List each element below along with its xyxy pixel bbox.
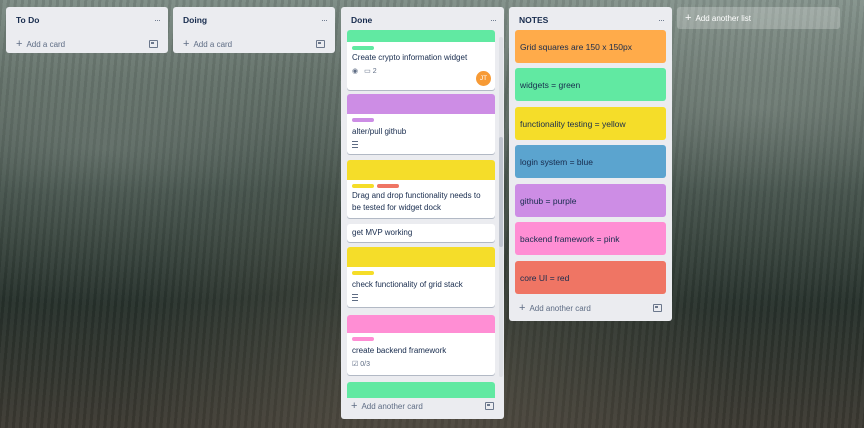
note-card[interactable]: login system = blue xyxy=(515,145,666,178)
plus-icon: + xyxy=(519,302,526,314)
card-badges: ☑ 0/3 xyxy=(347,359,495,372)
checklist-badge: ☑ 0/3 xyxy=(352,360,370,368)
comment-count: 2 xyxy=(372,68,377,75)
card-template-icon[interactable] xyxy=(653,304,662,312)
label-pink xyxy=(352,337,374,341)
list-title[interactable]: Doing xyxy=(183,15,207,25)
add-list-button[interactable]: + Add another list xyxy=(677,7,840,29)
card-template-icon[interactable] xyxy=(316,40,325,48)
list-title[interactable]: NOTES xyxy=(519,15,548,25)
list-title[interactable]: To Do xyxy=(16,15,39,25)
card-mvp[interactable]: get MVP working xyxy=(347,224,495,242)
list-done: Done ··· Create crypto information widge… xyxy=(341,7,504,419)
list-menu-icon[interactable]: ··· xyxy=(658,15,665,25)
card-title: get MVP working xyxy=(352,228,413,237)
card-backend[interactable]: create backend framework ☑ 0/3 xyxy=(347,315,495,375)
card-cover xyxy=(347,30,495,42)
list-notes: NOTES ··· Grid squares are 150 x 150px w… xyxy=(509,7,672,321)
list-header: Doing ··· xyxy=(173,7,335,33)
add-card-label: Add a card xyxy=(193,39,233,49)
card-badges xyxy=(347,140,495,152)
card-title: create backend framework xyxy=(352,346,447,355)
card-labels xyxy=(347,42,495,50)
card-github[interactable]: alter/pull github xyxy=(347,94,495,154)
description-icon xyxy=(352,141,358,148)
card-drag-drop[interactable]: Drag and drop functionality needs to be … xyxy=(347,160,495,218)
note-card[interactable]: functionality testing = yellow xyxy=(515,107,666,140)
note-card[interactable]: backend framework = pink xyxy=(515,222,666,255)
card-labels xyxy=(347,333,495,341)
card-title: Create crypto information widget xyxy=(352,53,468,62)
add-card-button[interactable]: + Add another card xyxy=(509,297,672,319)
scrollbar-thumb[interactable] xyxy=(499,137,503,247)
label-purple xyxy=(352,118,374,122)
card-template-icon[interactable] xyxy=(149,40,158,48)
plus-icon: + xyxy=(685,12,692,24)
card-title: Drag and drop functionality needs to be … xyxy=(352,191,481,212)
list-menu-icon[interactable]: ··· xyxy=(490,15,497,25)
card-badges xyxy=(347,293,495,305)
list-header: To Do ··· xyxy=(6,7,168,33)
card-template-icon[interactable] xyxy=(485,402,494,410)
list-todo: To Do ··· + Add a card xyxy=(6,7,168,53)
card-title: check functionality of grid stack xyxy=(352,280,463,289)
card-badges: ◉ ▭ 2 xyxy=(347,66,495,79)
label-yellow xyxy=(352,184,374,188)
card-cover xyxy=(347,94,495,114)
add-card-label: Add another card xyxy=(529,303,591,313)
card-labels xyxy=(347,114,495,122)
add-card-label: Add another card xyxy=(361,401,423,411)
checkbox-icon: ☑ xyxy=(352,361,359,368)
card-grid-stack[interactable]: check functionality of grid stack xyxy=(347,247,495,307)
note-card[interactable]: core UI = red xyxy=(515,261,666,294)
checklist-count: 0/3 xyxy=(360,361,370,368)
note-card[interactable]: github = purple xyxy=(515,184,666,217)
add-card-label: Add a card xyxy=(26,39,66,49)
card-labels xyxy=(347,180,495,188)
label-green xyxy=(352,46,374,50)
plus-icon: + xyxy=(351,400,358,412)
card-cover xyxy=(347,160,495,180)
plus-icon: + xyxy=(16,38,23,50)
label-red xyxy=(377,184,399,188)
comment-icon: ▭ xyxy=(364,68,371,75)
card-crypto-widget[interactable]: Create crypto information widget ◉ ▭ 2 J… xyxy=(347,30,495,90)
add-list-label: Add another list xyxy=(695,13,752,23)
card-title: alter/pull github xyxy=(352,127,407,136)
card-labels xyxy=(347,267,495,275)
card-cover xyxy=(347,247,495,267)
description-icon xyxy=(352,294,358,301)
list-title[interactable]: Done xyxy=(351,15,372,25)
plus-icon: + xyxy=(183,38,190,50)
card-cover xyxy=(347,315,495,333)
list-doing: Doing ··· + Add a card xyxy=(173,7,335,53)
add-card-button[interactable]: + Add a card xyxy=(6,33,168,55)
list-menu-icon[interactable]: ··· xyxy=(154,15,161,25)
add-card-button[interactable]: + Add another card xyxy=(341,395,504,417)
note-card[interactable]: Grid squares are 150 x 150px xyxy=(515,30,666,63)
add-card-button[interactable]: + Add a card xyxy=(173,33,335,55)
list-menu-icon[interactable]: ··· xyxy=(321,15,328,25)
card-list-area: Create crypto information widget ◉ ▭ 2 J… xyxy=(341,30,504,398)
member-avatar[interactable]: JT xyxy=(476,71,491,86)
comment-badge: ▭ 2 xyxy=(364,67,376,75)
list-scrollbar[interactable] xyxy=(499,37,503,377)
eye-icon: ◉ xyxy=(352,68,359,75)
note-card[interactable]: widgets = green xyxy=(515,68,666,101)
label-yellow xyxy=(352,271,374,275)
